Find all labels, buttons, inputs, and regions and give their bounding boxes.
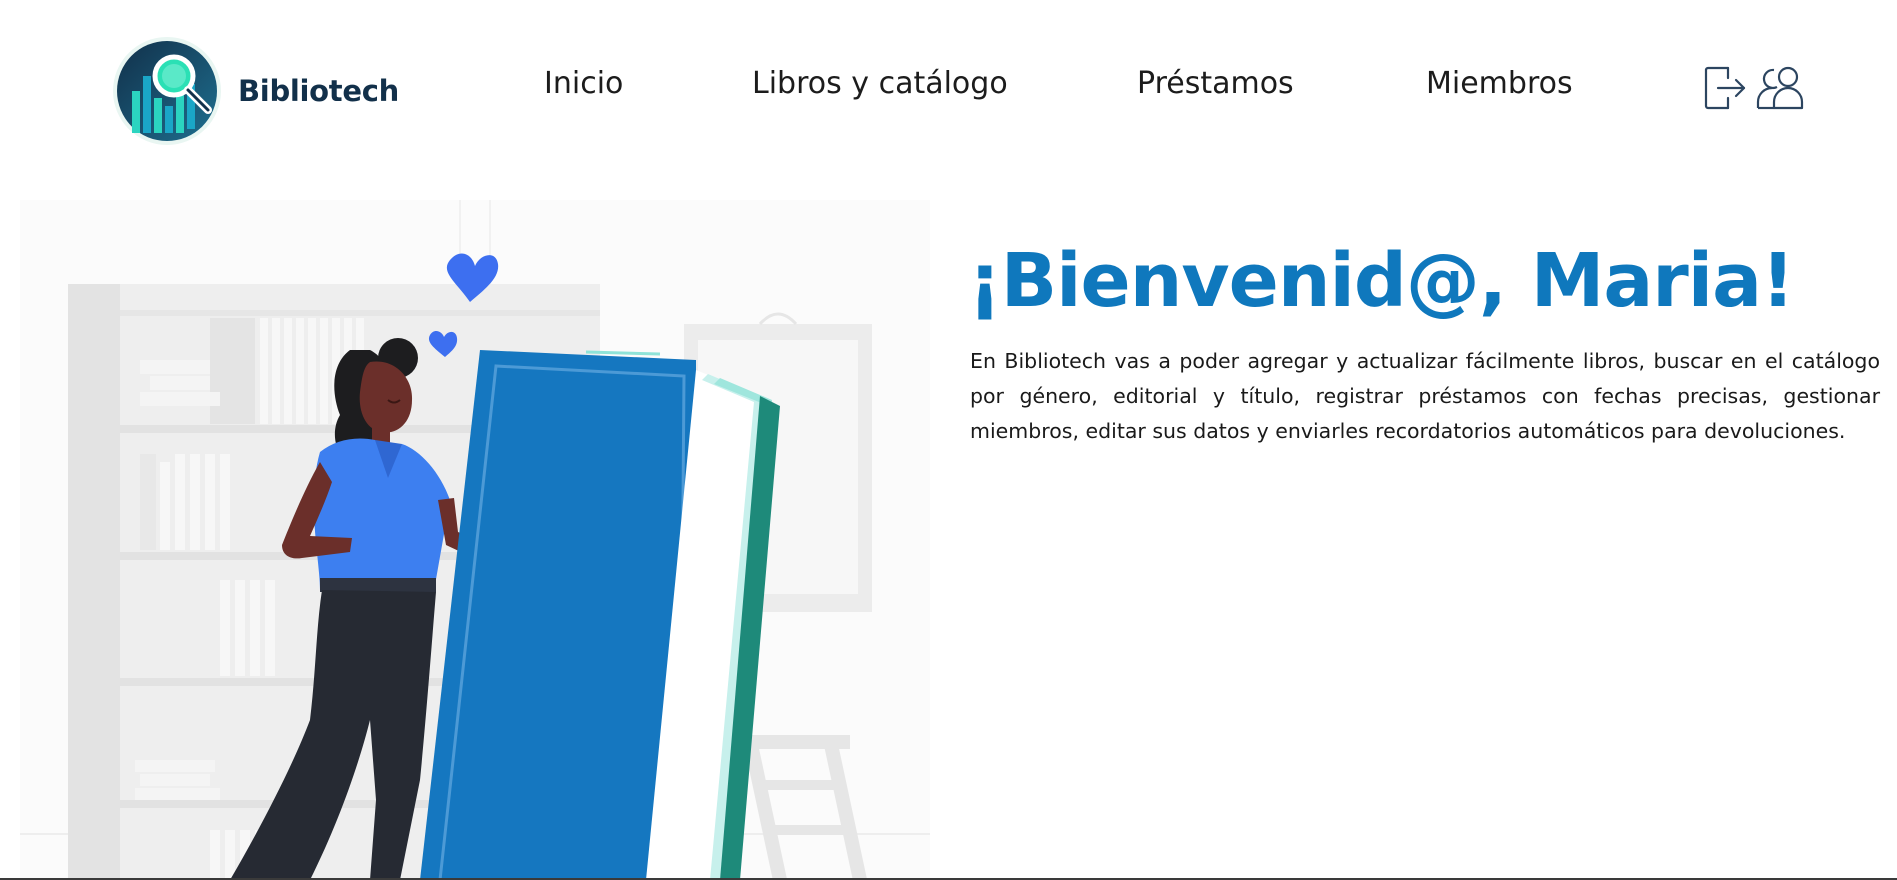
librarian-illustration [20,200,930,880]
nav-link-inicio[interactable]: Inicio [544,66,623,101]
top-navbar: Bibliotech Inicio Libros y catálogo Prés… [0,0,1897,180]
members-icon[interactable] [1754,64,1808,112]
nav-link-prestamos[interactable]: Préstamos [1137,66,1294,101]
brand-name: Bibliotech [238,74,399,108]
logout-icon[interactable] [1700,64,1748,112]
page: Bibliotech Inicio Libros y catálogo Prés… [0,0,1897,880]
welcome-description: En Bibliotech vas a poder agregar y actu… [970,349,1880,443]
nav-link-libros-catalogo[interactable]: Libros y catálogo [752,66,1008,101]
brand[interactable]: Bibliotech [112,36,399,146]
welcome-title: ¡Bienvenid@, Maria! [968,238,1795,324]
nav-link-miembros[interactable]: Miembros [1426,66,1573,101]
library-search-logo-icon [113,37,221,145]
